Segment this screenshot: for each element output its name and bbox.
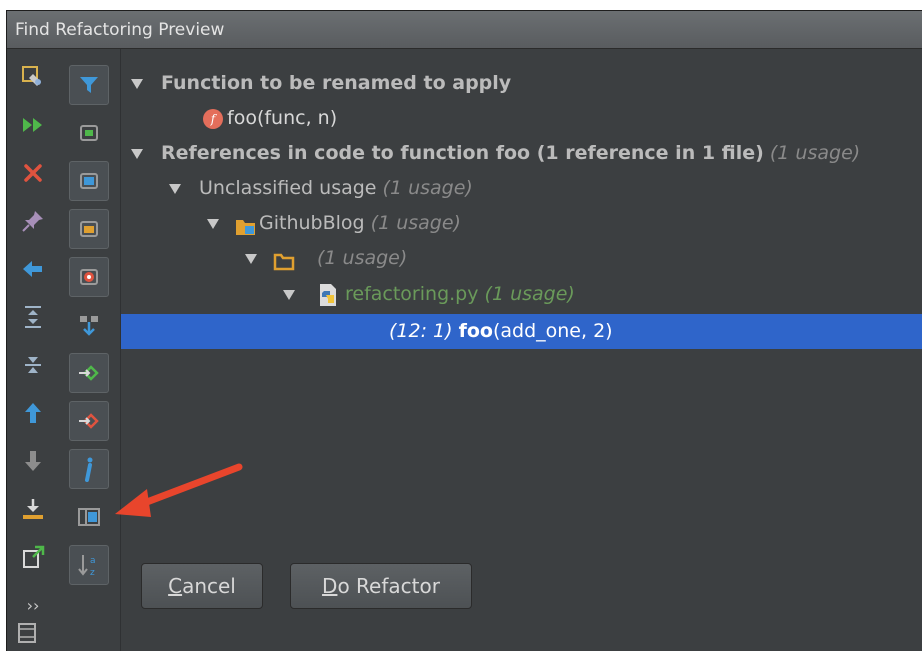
usage-count: (1 usage) (317, 247, 408, 269)
cancel-button[interactable]: Cancel (141, 563, 263, 609)
group-by-package-icon[interactable] (69, 209, 109, 249)
expand-arrow-icon[interactable] (245, 254, 257, 264)
previous-occurrence-icon[interactable] (13, 393, 53, 433)
merge-duplicate-lines-icon[interactable] (69, 305, 109, 345)
left-toolbar: ›› (7, 49, 59, 651)
open-in-new-tab-icon[interactable] (13, 537, 53, 577)
node-label: References in code to function foo (1 re… (161, 142, 764, 164)
window-title: Find Refactoring Preview (7, 11, 922, 49)
usage-count: (1 usage) (382, 177, 473, 199)
tree-node-file-refactoring-py[interactable]: refactoring.py (1 usage) (121, 277, 922, 312)
node-label: Function to be renamed to apply (161, 72, 512, 94)
show-read-access-icon[interactable] (69, 353, 109, 393)
expand-arrow-icon[interactable] (207, 219, 219, 229)
svg-text:z: z (90, 568, 95, 578)
show-write-access-icon[interactable] (69, 401, 109, 441)
usage-count: (1 usage) (769, 142, 861, 164)
pin-icon[interactable] (13, 201, 53, 241)
show-info-icon[interactable] (69, 449, 109, 489)
expand-arrow-icon[interactable] (131, 149, 143, 159)
tree-node-directory[interactable]: (1 usage) (121, 241, 922, 276)
next-occurrence-icon[interactable] (13, 441, 53, 481)
group-by-usage-type-icon[interactable] (69, 113, 109, 153)
tree-node-occurrence[interactable]: (12: 1) foo(add_one, 2) (121, 314, 922, 349)
node-label: foo(func, n) (227, 107, 338, 129)
expand-arrow-icon[interactable] (169, 184, 181, 194)
view-options-toolbar: az (59, 49, 121, 651)
group-by-file-structure-icon[interactable] (69, 257, 109, 297)
status-bar (7, 616, 121, 651)
usage-count: (1 usage) (484, 283, 575, 305)
annotation-arrow-icon (115, 463, 243, 517)
line-text: (add_one, 2) (492, 320, 613, 342)
function-icon: f (203, 109, 223, 129)
match-text: foo (458, 320, 493, 342)
close-icon[interactable] (13, 153, 53, 193)
expand-all-icon[interactable] (13, 297, 53, 337)
layout-toggle-icon[interactable] (17, 622, 37, 648)
back-icon[interactable] (13, 249, 53, 289)
node-label: GithubBlog (259, 212, 365, 234)
filter-icon[interactable] (69, 65, 109, 105)
expand-arrow-icon[interactable] (131, 79, 143, 89)
usage-count: (1 usage) (370, 212, 461, 234)
tree-node-function-to-rename[interactable]: Function to be renamed to apply (121, 66, 922, 101)
refresh-preview-icon[interactable] (13, 57, 53, 97)
tree-node-module-githubblog[interactable]: GithubBlog (1 usage) (121, 206, 922, 241)
tree-node-references[interactable]: References in code to function foo (1 re… (121, 136, 922, 171)
preview-usages-icon[interactable] (69, 497, 109, 537)
expand-arrow-icon[interactable] (283, 290, 295, 300)
tree-node-function-foo[interactable]: f foo(func, n) (121, 101, 922, 136)
sort-alphabetically-icon[interactable]: az (69, 545, 109, 585)
do-refactor-button[interactable]: Do Refactor (290, 563, 472, 609)
find-refactoring-preview-window: Find Refactoring Preview ›› a z Function… (6, 10, 922, 651)
node-label: refactoring.py (345, 283, 479, 305)
collapse-all-icon[interactable] (13, 345, 53, 385)
export-icon[interactable] (13, 489, 53, 529)
group-by-module-icon[interactable] (69, 161, 109, 201)
node-label: Unclassified usage (199, 177, 377, 199)
svg-text:a: a (90, 556, 96, 566)
line-location: (12: 1) (389, 320, 453, 342)
rerun-icon[interactable] (13, 105, 53, 145)
tree-node-unclassified-usage[interactable]: Unclassified usage (1 usage) (121, 171, 922, 206)
